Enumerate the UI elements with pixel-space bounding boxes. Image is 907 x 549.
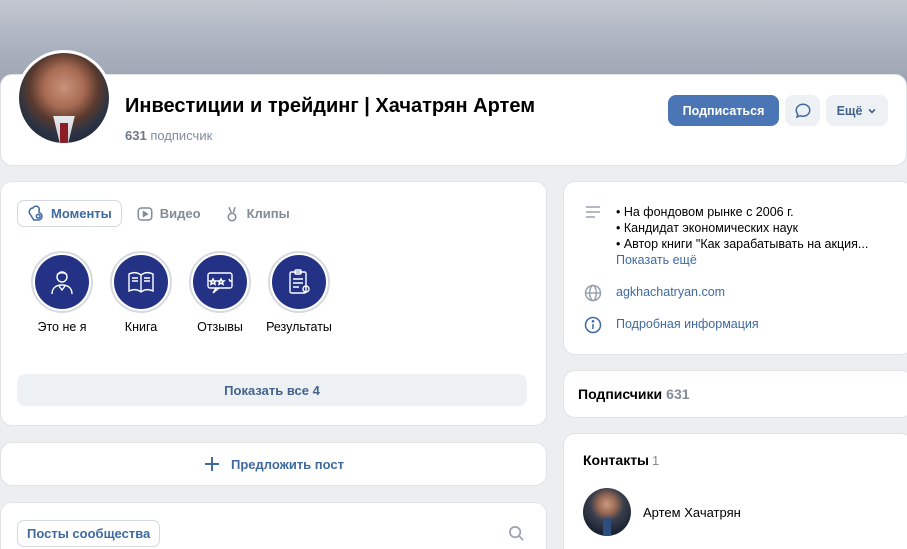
story-label: Отзывы (197, 320, 243, 334)
suggest-post-button[interactable]: Предложить пост (0, 442, 547, 486)
group-subscribers[interactable]: 631 подписчик (125, 128, 212, 143)
group-avatar[interactable] (16, 50, 112, 146)
moments-icon (28, 204, 43, 221)
group-subscribers-count: 631 (125, 128, 147, 143)
story-label: Результаты (266, 320, 332, 334)
story-item[interactable]: Отзывы (180, 251, 260, 334)
globe-icon (584, 284, 602, 302)
clips-icon (227, 206, 237, 221)
info-icon (584, 316, 602, 334)
story-item[interactable]: Книга (101, 251, 181, 334)
message-button[interactable] (785, 95, 820, 126)
group-avatar-photo (19, 53, 109, 143)
subscribers-title: Подписчики 631 (578, 386, 690, 402)
story-ring (268, 251, 330, 313)
story-ring (31, 251, 93, 313)
tab-clips[interactable]: Клипы (215, 200, 298, 227)
group-subscribers-label: подписчик (150, 128, 213, 143)
details-row: Подробная информация (584, 316, 759, 334)
reviews-icon (207, 272, 233, 294)
tab-video[interactable]: Видео (128, 200, 209, 227)
plus-icon (204, 457, 219, 471)
details-link[interactable]: Подробная информация (616, 316, 759, 332)
video-icon (137, 206, 153, 221)
more-button-label: Ещё (836, 103, 863, 118)
description-line: • На фондовом рынке с 2006 г. (616, 205, 794, 219)
subscribers-label: Подписчики (578, 386, 663, 402)
story-ring (189, 251, 251, 313)
posts-search-button[interactable] (508, 525, 525, 545)
contacts-count: 1 (652, 453, 660, 468)
contacts-title[interactable]: Контакты 1 (583, 452, 659, 468)
chevron-down-icon (868, 108, 876, 114)
subscribers-count: 631 (666, 386, 690, 402)
story-circle (272, 255, 326, 309)
story-ring (110, 251, 172, 313)
description-icon (586, 206, 600, 218)
contact-avatar[interactable] (583, 488, 631, 536)
suggest-post-label: Предложить пост (230, 456, 345, 472)
search-icon (509, 526, 524, 541)
group-title: Инвестиции и трейдинг | Хачатрян Артем (125, 95, 535, 117)
tab-video-label: Видео (159, 206, 201, 221)
description-row: • На фондовом рынке с 2006 г. • Кандидат… (584, 204, 868, 268)
tab-clips-label: Клипы (246, 206, 290, 221)
stories-list: Это не я Книга Отзывы Результаты (22, 251, 338, 334)
story-label: Книга (124, 320, 158, 334)
results-icon (289, 269, 310, 294)
contact-name[interactable]: Артем Хачатрян (643, 505, 741, 520)
story-label: Это не я (37, 320, 87, 334)
more-button[interactable]: Ещё (826, 95, 888, 126)
book-icon (128, 271, 154, 293)
subscribers-card[interactable]: Подписчики 631 (563, 370, 907, 418)
story-item[interactable]: Результаты (259, 251, 339, 334)
message-icon (794, 102, 811, 118)
description-text: • На фондовом рынке с 2006 г. • Кандидат… (616, 204, 868, 268)
media-tabs: Моменты Видео Клипы (17, 200, 298, 227)
description-line: • Кандидат экономических наук (616, 221, 799, 235)
show-more-link[interactable]: Показать ещё (616, 252, 868, 268)
tab-moments[interactable]: Моменты (17, 200, 122, 227)
show-all-button[interactable]: Показать все 4 (17, 374, 527, 406)
website-row: agkhachatryan.com (584, 284, 725, 302)
story-circle (35, 255, 89, 309)
story-circle (114, 255, 168, 309)
website-link[interactable]: agkhachatryan.com (616, 284, 725, 300)
story-item[interactable]: Это не я (22, 251, 102, 334)
person-icon (51, 271, 73, 295)
story-circle (193, 255, 247, 309)
description-line: • Автор книги "Как зарабатывать на акция… (616, 237, 869, 251)
contacts-label: Контакты (583, 452, 650, 468)
tab-moments-label: Моменты (51, 206, 112, 221)
tab-community-posts[interactable]: Посты сообщества (17, 520, 161, 547)
subscribe-button[interactable]: Подписаться (668, 95, 779, 126)
